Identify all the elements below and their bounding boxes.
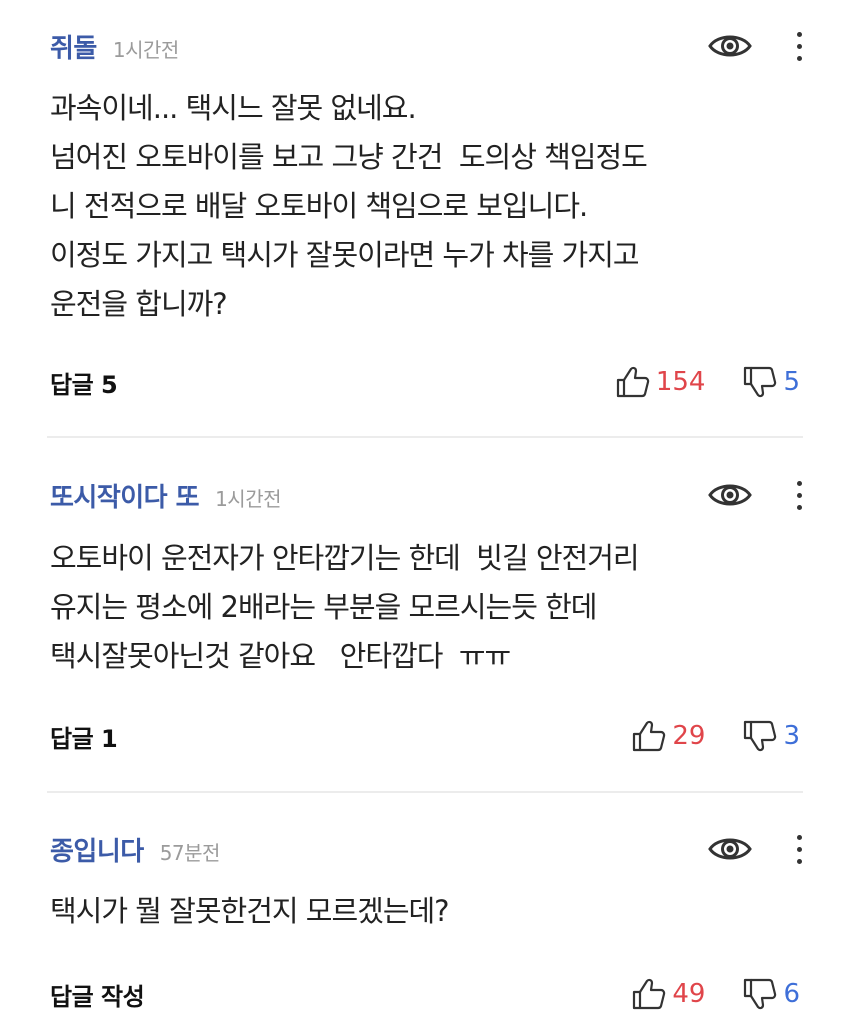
thumbs-up-icon: [633, 720, 666, 752]
reply-button[interactable]: 답글 작성: [50, 977, 145, 1012]
like-count: 29: [672, 721, 706, 751]
thumbs-down-icon: [744, 366, 777, 398]
comment-line: 이정도 가지고 택시가 잘못이라면 누가 차를 가지고: [50, 238, 640, 272]
vote-group: 29 3: [632, 716, 800, 756]
eye-icon: [708, 35, 752, 57]
comment-footer: 답글 5 154 5: [50, 362, 800, 402]
more-vertical-icon: [796, 31, 802, 37]
like-button[interactable]: 29: [632, 720, 705, 752]
comment-list: 쥐돌 1시간전 과속이네... 택시느 잘못 없네요. 넘어진 오토바이를 보고…: [0, 0, 850, 1033]
comment-body: 오토바이 운전자가 안타깝기는 한데 빗길 안전거리 유지는 평소에 2배라는 …: [50, 534, 802, 681]
comment-line: 니 전적으로 배달 오토바이 책임으로 보입니다.: [50, 189, 588, 223]
thumbs-down-icon: [744, 978, 777, 1010]
comment-time: 1시간전: [112, 37, 179, 62]
comment-footer: 답글 작성 49 6: [50, 974, 800, 1014]
comment-line: 택시가 뭘 잘못한건지 모르겠는데?: [50, 894, 450, 928]
thumbs-up-icon: [633, 978, 666, 1010]
comment-time: 57분전: [159, 840, 221, 865]
dislike-button[interactable]: 6: [743, 978, 800, 1010]
comment-item: 또시작이다 또 1시간전 오토바이 운전자가 안타깝기는 한데 빗길 안전거리 …: [0, 438, 850, 792]
comment-line: 넘어진 오토바이를 보고 그냥 간건 도의상 책임정도: [50, 140, 648, 174]
dislike-count: 3: [783, 721, 800, 751]
comment-time: 1시간전: [215, 486, 282, 511]
comment-line: 오토바이 운전자가 안타깝기는 한데 빗길 안전거리: [50, 541, 640, 575]
comment-body: 택시가 뭘 잘못한건지 모르겠는데?: [50, 887, 802, 936]
comment-line: 택시잘못아닌것 같아요 안타깝다 ㅠㅠ: [50, 639, 511, 673]
like-count: 49: [672, 979, 706, 1009]
more-options-button[interactable]: [788, 475, 810, 515]
comment-author[interactable]: 쥐돌: [50, 28, 97, 65]
dislike-count: 6: [783, 979, 800, 1009]
more-options-button[interactable]: [788, 26, 810, 66]
vote-group: 154 5: [616, 362, 800, 402]
like-button[interactable]: 154: [616, 366, 706, 398]
like-button[interactable]: 49: [632, 978, 705, 1010]
dislike-count: 5: [783, 367, 800, 397]
comment-author[interactable]: 종입니다: [50, 831, 144, 868]
more-vertical-icon: [796, 480, 802, 486]
comment-footer: 답글 1 29 3: [50, 716, 800, 756]
thumbs-up-icon: [616, 366, 650, 398]
dislike-button[interactable]: 3: [743, 720, 800, 752]
view-button[interactable]: [708, 30, 752, 62]
eye-icon: [708, 838, 752, 860]
comment-body: 과속이네... 택시느 잘못 없네요. 넘어진 오토바이를 보고 그냥 간건 도…: [50, 84, 802, 329]
comment-header: 또시작이다 또 1시간전: [50, 475, 810, 515]
like-count: 154: [655, 367, 706, 397]
comment-header: 쥐돌 1시간전: [50, 26, 810, 66]
comment-line: 과속이네... 택시느 잘못 없네요.: [50, 91, 417, 125]
vote-group: 49 6: [632, 974, 800, 1014]
comment-item: 종입니다 57분전 택시가 뭘 잘못한건지 모르겠는데? 답글 작성 49 6: [0, 793, 850, 1033]
more-vertical-icon: [796, 834, 802, 840]
comment-line: 유지는 평소에 2배라는 부분을 모르시는듯 한데: [50, 590, 597, 624]
thumbs-down-icon: [744, 720, 777, 752]
more-options-button[interactable]: [788, 829, 810, 869]
view-button[interactable]: [708, 479, 752, 511]
comment-author[interactable]: 또시작이다 또: [50, 477, 200, 514]
reply-button[interactable]: 답글 5: [50, 365, 118, 400]
comment-item: 쥐돌 1시간전 과속이네... 택시느 잘못 없네요. 넘어진 오토바이를 보고…: [0, 0, 850, 437]
eye-icon: [708, 484, 752, 506]
comment-header: 종입니다 57분전: [50, 829, 810, 869]
dislike-button[interactable]: 5: [743, 366, 800, 398]
reply-button[interactable]: 답글 1: [50, 719, 118, 754]
view-button[interactable]: [708, 833, 752, 865]
comment-line: 운전을 합니까?: [50, 287, 228, 321]
